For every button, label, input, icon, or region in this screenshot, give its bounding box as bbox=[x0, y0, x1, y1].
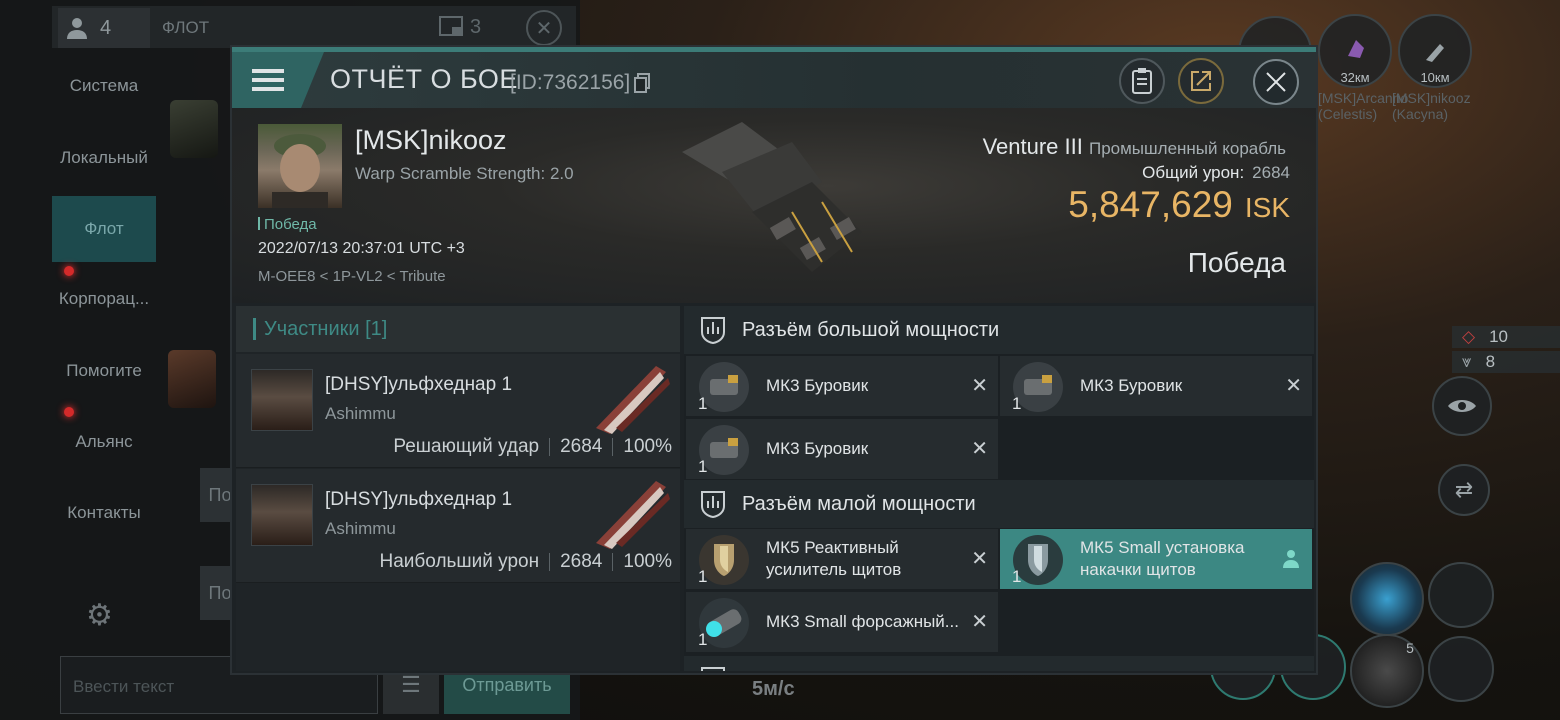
diamond-icon: ◇ bbox=[1462, 327, 1476, 346]
fitting-item[interactable]: 1 МК3 Буровик ✕ bbox=[1000, 356, 1312, 416]
gear-icon[interactable]: ⚙ bbox=[86, 598, 113, 633]
chat-avatar bbox=[168, 350, 216, 408]
participant-avatar[interactable] bbox=[251, 484, 313, 546]
module-button[interactable] bbox=[1350, 562, 1424, 636]
participant-name: [DHSY]ульфхеднар 1 bbox=[325, 489, 513, 510]
channel-contacts[interactable]: Контакты bbox=[52, 503, 156, 523]
participant-avatar[interactable] bbox=[251, 369, 313, 431]
next-slot-header bbox=[684, 656, 1314, 671]
copy-icon[interactable] bbox=[634, 73, 651, 93]
target-name: [MSK]nikooz (Kacyna) bbox=[1392, 90, 1471, 122]
close-icon bbox=[1266, 72, 1286, 92]
eye-button[interactable] bbox=[1432, 376, 1492, 436]
victim-ship-image bbox=[682, 122, 862, 272]
module-button[interactable] bbox=[1428, 636, 1494, 702]
fitting-panel: Разъём большой мощности 1 МК3 Буровик ✕ … bbox=[684, 306, 1314, 671]
target-distance: 10км bbox=[1420, 70, 1450, 85]
participant-ship: Ashimmu bbox=[325, 519, 396, 538]
swap-icon[interactable]: ⇄ bbox=[1438, 464, 1490, 516]
attacker-ship-image bbox=[596, 366, 670, 434]
module-badge: 5 bbox=[1406, 640, 1414, 656]
chat-channel-title: ФЛОТ bbox=[162, 18, 210, 37]
share-icon bbox=[1191, 71, 1211, 91]
channel-corp[interactable]: Корпорац... bbox=[52, 289, 156, 309]
person-icon bbox=[67, 18, 87, 39]
participants-title: Участники [1] bbox=[264, 318, 388, 340]
fitting-item[interactable]: 1 МК5 Реактивный усилитель щитов ✕ bbox=[686, 529, 998, 589]
destroyed-icon: ✕ bbox=[971, 611, 988, 633]
module-button[interactable] bbox=[1428, 562, 1494, 628]
chevron-down-icon: ⩔ bbox=[1462, 352, 1472, 371]
report-id[interactable]: [ID:7362156] bbox=[510, 71, 651, 95]
fitting-item[interactable]: 1 МК3 Буровик ✕ bbox=[686, 356, 998, 416]
participant-name: [DHSY]ульфхеднар 1 bbox=[325, 374, 513, 395]
combat-report-window: ОТЧЁТ О БОЕ [ID:7362156] [MSK]nikooz War… bbox=[232, 47, 1316, 673]
header-accent bbox=[253, 318, 256, 340]
participants-panel: Участники [1] [DHSY]ульфхеднар 1 Ashimmu… bbox=[236, 306, 680, 671]
scram-strength: Warp Scramble Strength: 2.0 bbox=[355, 164, 574, 183]
pilot-portrait[interactable] bbox=[258, 124, 342, 208]
channel-fleet[interactable]: Флот bbox=[52, 196, 156, 262]
speed-readout: 5м/с bbox=[752, 678, 795, 700]
high-slot-header: Разъём большой мощности bbox=[684, 306, 1314, 354]
fitting-item[interactable]: 1 МК3 Буровик ✕ bbox=[686, 419, 998, 479]
share-button[interactable] bbox=[1178, 58, 1224, 104]
chat-close-icon[interactable]: ✕ bbox=[526, 10, 562, 46]
participant-row[interactable]: [DHSY]ульфхеднар 1 Ashimmu Решающий удар… bbox=[236, 354, 680, 468]
clipboard-icon bbox=[1132, 68, 1152, 94]
participants-header: Участники [1] bbox=[236, 306, 680, 352]
unread-dot bbox=[64, 266, 74, 276]
destroyed-icon: ✕ bbox=[971, 438, 988, 460]
member-count[interactable]: 4 bbox=[58, 8, 150, 48]
isk-value: 5,847,629 ISK bbox=[1068, 184, 1290, 225]
pilot-name[interactable]: [MSK]nikooz bbox=[355, 125, 507, 156]
destroyed-icon: ✕ bbox=[1285, 375, 1302, 397]
hud-stat: ⩔ 8 bbox=[1452, 351, 1560, 373]
window-icon bbox=[439, 16, 463, 36]
channel-help[interactable]: Помогите bbox=[52, 361, 156, 381]
participant-stats: Наибольший урон 2684 100% bbox=[379, 551, 672, 572]
chat-badge[interactable]: 3 bbox=[438, 14, 481, 40]
kill-datetime: 2022/07/13 20:37:01 UTC +3 bbox=[258, 240, 465, 257]
channel-system[interactable]: Система bbox=[52, 76, 156, 96]
participant-stats: Решающий удар 2684 100% bbox=[393, 436, 672, 457]
eye-icon bbox=[1448, 400, 1476, 412]
high-slot-icon bbox=[701, 317, 725, 345]
chat-avatar bbox=[170, 100, 218, 158]
slot-icon bbox=[701, 667, 725, 671]
participant-ship: Ashimmu bbox=[325, 404, 396, 423]
attacker-ship-image bbox=[596, 481, 670, 549]
victory-tag: Победа bbox=[258, 216, 317, 233]
fitting-item[interactable]: 1 МК5 Small установка накачки щитов bbox=[1000, 529, 1312, 589]
destroyed-icon: ✕ bbox=[971, 548, 988, 570]
close-button[interactable] bbox=[1253, 59, 1299, 105]
channel-alliance[interactable]: Альянс bbox=[52, 432, 156, 452]
destroyed-icon: ✕ bbox=[971, 375, 988, 397]
pilot-face-icon bbox=[272, 134, 328, 208]
target-distance: 32км bbox=[1340, 70, 1370, 85]
dropped-person-icon bbox=[1283, 550, 1299, 568]
channel-local[interactable]: Локальный bbox=[52, 148, 156, 168]
menu-icon bbox=[252, 69, 284, 91]
low-slot-icon bbox=[701, 491, 725, 519]
victim-ship[interactable]: Venture III Промышленный корабль bbox=[983, 134, 1286, 160]
kill-location[interactable]: M-OEE8 < 1P-VL2 < Tribute bbox=[258, 268, 446, 285]
hud-stat: ◇ 10 bbox=[1452, 326, 1560, 348]
battle-result: Победа bbox=[1187, 247, 1286, 278]
low-slot-header: Разъём малой мощности bbox=[684, 480, 1314, 528]
fitting-item[interactable]: 1 МК3 Small форсажный... ✕ bbox=[686, 592, 998, 652]
total-damage: Общий урон: 2684 bbox=[1142, 163, 1290, 182]
clipboard-button[interactable] bbox=[1119, 58, 1165, 104]
unread-dot bbox=[64, 407, 74, 417]
kill-summary: [MSK]nikooz Warp Scramble Strength: 2.0 … bbox=[232, 108, 1316, 303]
target-name: [MSK]Arcanno (Celestis) bbox=[1318, 90, 1409, 122]
participant-row[interactable]: [DHSY]ульфхеднар 1 Ashimmu Наибольший ур… bbox=[236, 469, 680, 583]
report-title: ОТЧЁТ О БОЕ bbox=[330, 64, 518, 94]
